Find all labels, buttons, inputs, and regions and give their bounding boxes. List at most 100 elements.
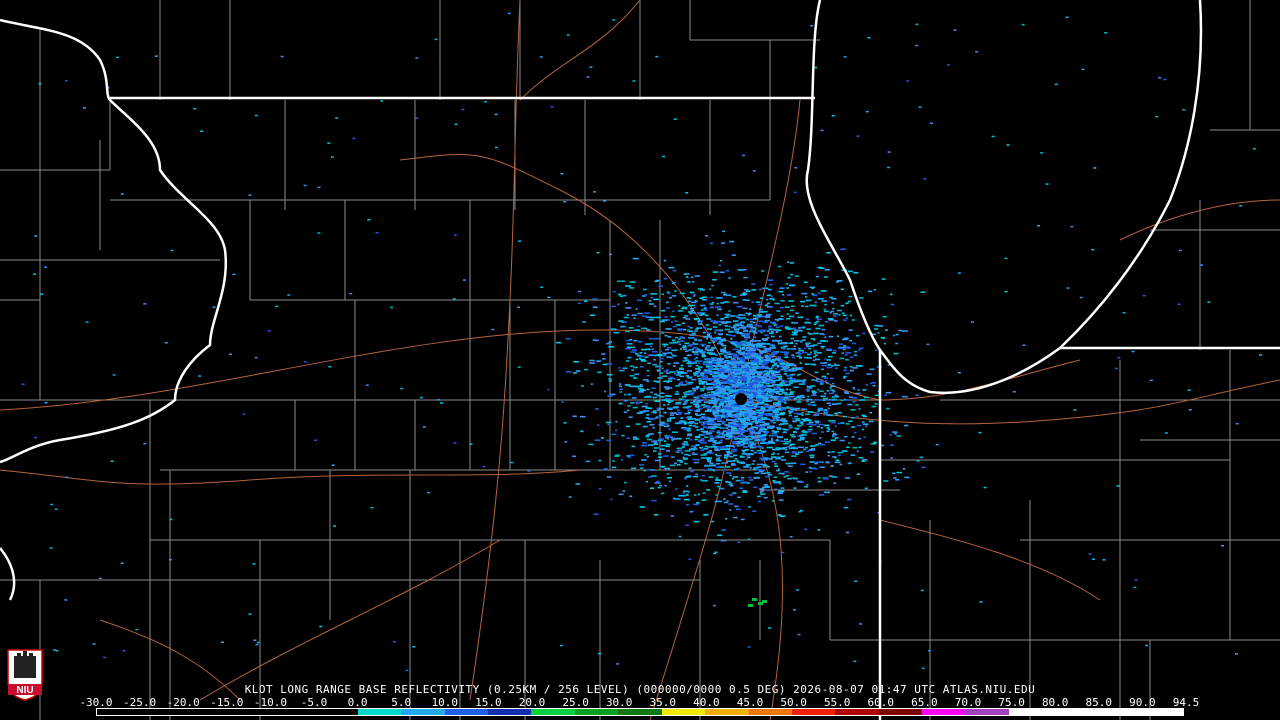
echo-pixel bbox=[730, 377, 734, 379]
echo-pixel bbox=[862, 422, 866, 425]
echo-pixel bbox=[820, 427, 823, 429]
echo-pixel bbox=[654, 400, 661, 402]
echo-pixel bbox=[651, 348, 654, 350]
echo-pixel bbox=[863, 436, 866, 438]
echo-pixel bbox=[733, 301, 739, 304]
highway-line bbox=[739, 379, 1280, 425]
echo-pixel bbox=[777, 388, 780, 391]
echo-pixel bbox=[641, 459, 647, 461]
echo-pixel bbox=[745, 290, 751, 293]
echo-pixel bbox=[862, 428, 865, 431]
echo-pixel bbox=[797, 633, 801, 636]
echo-pixel bbox=[805, 299, 812, 302]
echo-pixel bbox=[704, 464, 708, 467]
echo-pixel bbox=[780, 315, 784, 318]
echo-pixel bbox=[657, 456, 663, 458]
echo-pixel bbox=[714, 500, 718, 503]
echo-pixel bbox=[760, 329, 767, 332]
echo-pixel bbox=[657, 439, 663, 442]
echo-pixel bbox=[856, 334, 860, 337]
echo-pixel bbox=[739, 420, 746, 423]
echo-pixel bbox=[790, 406, 794, 409]
echo-pixel bbox=[659, 422, 666, 424]
echo-pixel bbox=[85, 321, 89, 323]
echo-pixel bbox=[575, 483, 580, 485]
echo-pixel bbox=[54, 508, 58, 510]
echo-pixel bbox=[672, 325, 677, 328]
echo-pixel bbox=[696, 429, 701, 431]
echo-pixel bbox=[685, 192, 689, 194]
echo-pixel bbox=[895, 333, 899, 336]
echo-pixel bbox=[700, 320, 704, 323]
echo-pixel bbox=[694, 494, 697, 496]
echo-pixel bbox=[634, 373, 640, 375]
echo-pixel bbox=[820, 431, 825, 433]
echo-pixel bbox=[681, 307, 688, 310]
echo-pixel bbox=[807, 395, 810, 398]
echo-pixel bbox=[461, 108, 465, 111]
echo-pixel bbox=[785, 283, 789, 285]
echo-pixel bbox=[622, 367, 628, 370]
echo-pixel bbox=[714, 442, 721, 444]
echo-pixel bbox=[728, 494, 734, 496]
echo-pixel bbox=[83, 107, 86, 109]
echo-pixel bbox=[762, 287, 765, 290]
echo-pixel bbox=[661, 319, 668, 321]
echo-pixel bbox=[849, 339, 853, 342]
echo-pixel bbox=[701, 309, 704, 311]
echo-pixel bbox=[731, 448, 738, 451]
echo-pixel bbox=[1117, 357, 1121, 359]
echo-pixel bbox=[678, 305, 681, 307]
echo-pixel bbox=[706, 345, 711, 347]
echo-pixel bbox=[631, 397, 637, 399]
echo-pixel bbox=[753, 314, 757, 317]
echo-pixel bbox=[629, 287, 635, 289]
logo-text: NIU bbox=[16, 685, 33, 696]
echo-pixel bbox=[806, 423, 812, 425]
echo-pixel bbox=[854, 580, 858, 582]
echo-pixel bbox=[689, 439, 693, 441]
echo-pixel bbox=[690, 361, 696, 363]
echo-pixel bbox=[691, 453, 698, 456]
echo-pixel bbox=[755, 428, 759, 430]
echo-pixel bbox=[656, 394, 660, 397]
echo-pixel bbox=[747, 456, 751, 459]
echo-pixel bbox=[663, 404, 666, 406]
echo-pixel bbox=[795, 342, 798, 345]
echo-pixel bbox=[780, 342, 786, 344]
echo-pixel bbox=[572, 455, 576, 458]
highway-line bbox=[519, 0, 641, 101]
echo-pixel bbox=[764, 367, 770, 370]
echo-pixel bbox=[695, 360, 699, 362]
echo-pixel bbox=[746, 423, 753, 425]
echo-pixel bbox=[1187, 389, 1191, 391]
echo-pixel bbox=[659, 350, 662, 353]
echo-pixel bbox=[702, 433, 706, 436]
echo-pixel bbox=[793, 340, 800, 342]
echo-pixel bbox=[801, 414, 804, 416]
echo-pixel bbox=[787, 377, 793, 380]
echo-pixel bbox=[793, 322, 799, 324]
echo-pixel bbox=[651, 499, 657, 502]
echo-pixel bbox=[827, 451, 831, 453]
echo-pixel bbox=[720, 427, 725, 429]
echo-pixel bbox=[749, 413, 757, 416]
echo-pixel bbox=[678, 343, 682, 346]
echo-pixel bbox=[565, 371, 572, 373]
echo-pixel bbox=[628, 327, 634, 329]
echo-pixel bbox=[697, 493, 700, 496]
echo-pixel bbox=[761, 342, 766, 345]
echo-pixel bbox=[671, 456, 675, 458]
echo-pixel bbox=[726, 500, 729, 502]
echo-pixel bbox=[887, 166, 891, 169]
echo-pixel bbox=[592, 306, 598, 308]
echo-pixel bbox=[744, 367, 749, 370]
echo-pixel bbox=[779, 325, 784, 327]
echo-pixel bbox=[752, 460, 756, 462]
echo-pixel bbox=[253, 639, 257, 641]
echo-pixel bbox=[747, 401, 754, 404]
echo-pixel bbox=[636, 385, 639, 388]
echo-pixel bbox=[685, 417, 689, 419]
echo-pixel bbox=[733, 431, 740, 434]
echo-pixel bbox=[677, 451, 680, 454]
